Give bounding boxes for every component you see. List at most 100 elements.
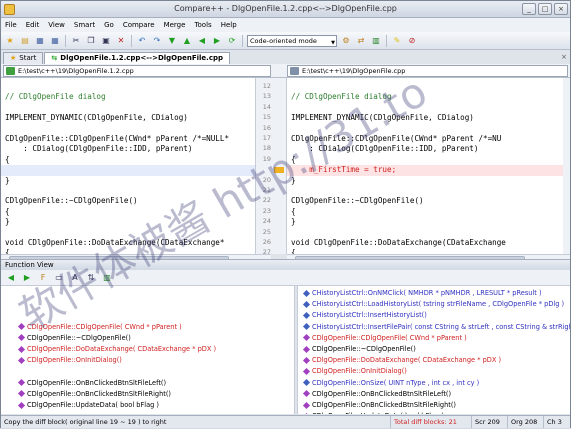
- diff-marker-icon[interactable]: [274, 167, 284, 174]
- menu-merge[interactable]: Merge: [164, 21, 186, 29]
- function-list-right[interactable]: CHistoryListCtrl::OnNMClick( NMHDR * pNM…: [298, 286, 570, 414]
- next-diff-icon[interactable]: ▼: [166, 35, 178, 47]
- code-line: CDlgOpenFile::CDlgOpenFile(CWnd* pParent…: [291, 134, 502, 143]
- function-icon: [302, 390, 311, 398]
- function-list-item[interactable]: CDlgOpenFile::UpdateData( bool bFlag ): [17, 400, 159, 410]
- line-number: 17: [262, 134, 271, 142]
- function-list-item[interactable]: CDlgOpenFile::OnBnClickedBtnSltFileRight…: [17, 389, 171, 399]
- save-all-icon[interactable]: ▦: [49, 35, 61, 47]
- window-title: Compare++ - DlgOpenFile.1.2.cpp<-->DlgOp…: [174, 4, 397, 13]
- code-line: {: [291, 154, 296, 164]
- function-list-item[interactable]: CDlgOpenFile::~CDlgOpenFile(): [17, 333, 131, 343]
- menu-file[interactable]: File: [5, 21, 17, 29]
- sync-icon[interactable]: ⇄: [355, 35, 367, 47]
- prev-diff-icon[interactable]: ▲: [181, 35, 193, 47]
- vertical-scrollbar[interactable]: [563, 78, 570, 254]
- function-name: CHistoryListCtrl::OnNMClick( NMHDR * pNM…: [312, 289, 542, 297]
- mode-select[interactable]: Code-oriented mode ▼: [247, 34, 337, 47]
- ignore-icon[interactable]: ⊘: [406, 35, 418, 47]
- menu-tools[interactable]: Tools: [194, 21, 211, 29]
- close-button[interactable]: ×: [554, 3, 568, 15]
- function-filter-icon[interactable]: F: [37, 272, 49, 284]
- cut-icon[interactable]: ✂: [70, 35, 82, 47]
- menu-help[interactable]: Help: [221, 21, 237, 29]
- function-list-item[interactable]: CDlgOpenFile::CDlgOpenFile( CWnd * pPare…: [17, 322, 182, 332]
- left-editor[interactable]: // CDlgOpenFile dialog IMPLEMENT_DYNAMIC(…: [1, 78, 255, 254]
- left-path-field[interactable]: E:\test\c++\19\DlgOpenFile.1.2.cpp: [3, 65, 271, 77]
- function-list-item[interactable]: CDlgOpenFile::DoDataExchange( CDataExcha…: [17, 344, 216, 354]
- tab-label: DlgOpenFile.1.2.cpp<-->DlgOpenFile.cpp: [60, 54, 224, 62]
- menu-compare[interactable]: Compare: [123, 21, 155, 29]
- function-icon: [17, 356, 26, 364]
- function-name: CDlgOpenFile::OnBnClickedBtnSltFileLeft(…: [27, 378, 167, 387]
- code-line: }: [5, 175, 10, 185]
- function-list-item[interactable]: CDlgOpenFile::OnBnClickedBtnSltFileLeft(…: [17, 378, 167, 388]
- scroll-line: Scr 209: [471, 416, 500, 428]
- line-number: 16: [262, 123, 271, 132]
- function-list-item[interactable]: CHistoryListCtrl::LoadHistoryList( tstri…: [302, 299, 564, 309]
- function-list-item[interactable]: CDlgOpenFile::~CDlgOpenFile(): [302, 344, 416, 354]
- refresh-icon[interactable]: ⟳: [226, 35, 238, 47]
- function-list-item[interactable]: CHistoryListCtrl::InsertHistoryList(): [302, 310, 427, 320]
- copy-left-icon[interactable]: ◀: [196, 35, 208, 47]
- save-icon[interactable]: ▦: [34, 35, 46, 47]
- function-icon: [302, 289, 311, 297]
- menu-view[interactable]: View: [48, 21, 65, 29]
- delete-icon[interactable]: ✕: [115, 35, 127, 47]
- code-line: m_FirstTime = true;: [291, 165, 397, 175]
- function-list-item[interactable]: CDlgOpenFile::OnInitDialog(): [17, 355, 122, 365]
- options-icon[interactable]: ⚙: [340, 35, 352, 47]
- tab-start[interactable]: ★ Start: [3, 52, 44, 64]
- status-bar: Copy the diff block( original line 19 ~ …: [1, 415, 570, 428]
- function-list-item[interactable]: CDlgOpenFile::OnBnClickedBtnSltFileRight…: [302, 400, 456, 410]
- code-line: : CDialog(CDlgOpenFile::IDD, pParent): [5, 144, 193, 154]
- right-path-field[interactable]: E:\test\c++\19\DlgOpenFile.cpp: [287, 65, 568, 77]
- layout-icon[interactable]: ▥: [370, 35, 382, 47]
- close-tab-icon[interactable]: ×: [561, 53, 567, 61]
- undo-icon[interactable]: ↶: [136, 35, 148, 47]
- marker-icon[interactable]: ✎: [391, 35, 403, 47]
- function-list-item[interactable]: CDlgOpenFile::DoDataExchange( CDataExcha…: [302, 355, 501, 365]
- function-list-item[interactable]: CDlgOpenFile::CDlgOpenFile( CWnd * pPare…: [302, 333, 467, 343]
- sort-icon[interactable]: ⇅: [85, 272, 97, 284]
- original-line: Org 208: [507, 416, 537, 428]
- function-list-item[interactable]: CDlgOpenFile::UpdateData( bool bFlag ): [302, 411, 444, 414]
- code-line: }: [291, 175, 296, 185]
- redo-icon[interactable]: ↷: [151, 35, 163, 47]
- code-line: {: [5, 154, 10, 164]
- layout-toggle-icon[interactable]: ▥: [101, 272, 113, 284]
- menu-smart[interactable]: Smart: [74, 21, 95, 29]
- code-line: CDlgOpenFile::~CDlgOpenFile(): [291, 196, 424, 206]
- function-list-item[interactable]: CDlgOpenFile::OnInitDialog(): [302, 366, 407, 376]
- line-number: 18: [262, 144, 271, 153]
- copy-icon[interactable]: ❐: [85, 35, 97, 47]
- function-icon: [302, 323, 311, 331]
- minimize-button[interactable]: _: [522, 3, 536, 15]
- function-list-left[interactable]: CDlgOpenFile::CDlgOpenFile( CWnd * pPare…: [1, 286, 294, 414]
- function-name: CDlgOpenFile::OnSize( UINT nType , int c…: [312, 378, 480, 387]
- title-bar[interactable]: Compare++ - DlgOpenFile.1.2.cpp<-->DlgOp…: [1, 1, 570, 18]
- favorite-icon[interactable]: ★: [4, 35, 16, 47]
- font-icon[interactable]: A: [69, 272, 81, 284]
- collapse-icon[interactable]: ▭: [53, 272, 65, 284]
- function-list-item[interactable]: CHistoryListCtrl::InsertFilePair( const …: [302, 322, 570, 332]
- line-number: 15: [262, 113, 271, 122]
- copy-right-icon[interactable]: ▶: [211, 35, 223, 47]
- open-folder-icon[interactable]: ▤: [19, 35, 31, 47]
- paste-icon[interactable]: ▣: [100, 35, 112, 47]
- maximize-button[interactable]: □: [538, 3, 552, 15]
- right-editor[interactable]: // CDlgOpenFile dialog IMPLEMENT_DYNAMIC(…: [287, 78, 563, 254]
- function-name: CDlgOpenFile::~CDlgOpenFile(): [27, 333, 131, 342]
- menu-go[interactable]: Go: [104, 21, 114, 29]
- prev-arrow-icon[interactable]: ◀: [5, 272, 17, 284]
- function-icon: [302, 356, 311, 364]
- tab-compare[interactable]: ⇆ DlgOpenFile.1.2.cpp<-->DlgOpenFile.cpp: [44, 52, 231, 64]
- line-number-gutter: 12 13 14 15 16 17 18 19 20 21 22 23 24 25 26 27: [255, 78, 287, 256]
- menu-edit[interactable]: Edit: [26, 21, 40, 29]
- code-line: void CDlgOpenFile::DoDataExchange(CDataE…: [291, 238, 506, 247]
- function-list-item[interactable]: CDlgOpenFile::OnSize( UINT nType , int c…: [302, 378, 480, 388]
- next-arrow-icon[interactable]: ▶: [21, 272, 33, 284]
- function-list-item[interactable]: CHistoryListCtrl::OnNMClick( NMHDR * pNM…: [302, 288, 542, 298]
- function-name: CHistoryListCtrl::InsertFilePair( const …: [312, 322, 570, 331]
- function-list-item[interactable]: CDlgOpenFile::OnBnClickedBtnSltFileLeft(…: [302, 389, 451, 399]
